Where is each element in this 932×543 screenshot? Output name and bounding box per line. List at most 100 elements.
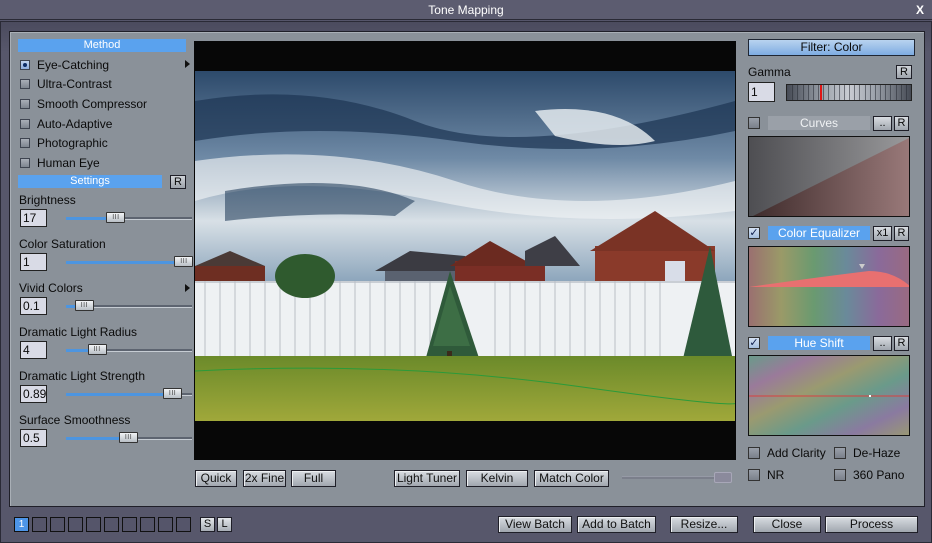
slider-thumb[interactable]: III bbox=[119, 431, 138, 443]
kelvin-button[interactable]: Kelvin bbox=[466, 470, 528, 487]
preset-slot[interactable] bbox=[176, 517, 191, 532]
color-equalizer-checkbox[interactable]: ✓ bbox=[748, 227, 760, 239]
gamma-input[interactable]: 1 bbox=[748, 82, 775, 102]
curves-reset-button[interactable]: R bbox=[894, 115, 909, 131]
dramatic-light-strength-input[interactable]: 0.89 bbox=[20, 384, 47, 403]
full-button[interactable]: Full bbox=[291, 470, 336, 487]
slider-thumb[interactable]: III bbox=[87, 343, 107, 355]
param-label: Vivid Colors bbox=[19, 280, 83, 295]
preset-slot[interactable] bbox=[140, 517, 155, 532]
method-item-eye-catching[interactable]: Eye-Catching bbox=[18, 55, 190, 75]
dramatic-light-radius-input[interactable]: 4 bbox=[20, 340, 47, 359]
color-equalizer-label[interactable]: Color Equalizer bbox=[768, 226, 870, 240]
radio-ultra-contrast[interactable] bbox=[20, 79, 30, 90]
method-label: Eye-Catching bbox=[37, 57, 110, 72]
method-item-smooth-compressor[interactable]: Smooth Compressor bbox=[18, 94, 186, 114]
submenu-arrow-icon[interactable] bbox=[185, 60, 190, 68]
method-item-photographic[interactable]: Photographic bbox=[18, 133, 186, 153]
preset-slot[interactable] bbox=[122, 517, 137, 532]
gamma-reset-button[interactable]: R bbox=[896, 65, 912, 79]
view-batch-button[interactable]: View Batch bbox=[498, 516, 572, 533]
preset-slot[interactable] bbox=[50, 517, 65, 532]
image-preview[interactable] bbox=[194, 41, 736, 460]
filter-color-button[interactable]: Filter: Color bbox=[748, 39, 915, 56]
method-label: Human Eye bbox=[37, 155, 100, 170]
vivid-colors-input[interactable]: 0.1 bbox=[20, 296, 47, 315]
add-to-batch-button[interactable]: Add to Batch bbox=[577, 516, 656, 533]
de-haze-checkbox[interactable] bbox=[834, 447, 846, 459]
option-360-pano[interactable]: 360 Pano bbox=[834, 467, 904, 483]
curves-more-button[interactable]: .. bbox=[873, 115, 892, 131]
gamma-tick bbox=[838, 85, 840, 100]
method-label: Smooth Compressor bbox=[37, 96, 148, 111]
2x-fine-button[interactable]: 2x Fine bbox=[243, 470, 286, 487]
nr-checkbox[interactable] bbox=[748, 469, 760, 481]
hue-shift-label[interactable]: Hue Shift bbox=[768, 336, 870, 350]
slider-thumb[interactable] bbox=[714, 472, 732, 483]
hue-shift-more-button[interactable]: .. bbox=[873, 335, 892, 351]
preview-zoom-slider[interactable] bbox=[622, 472, 732, 483]
color-equalizer-plot bbox=[749, 247, 909, 326]
option-label: De-Haze bbox=[853, 446, 901, 460]
add-clarity-checkbox[interactable] bbox=[748, 447, 760, 459]
curves-checkbox[interactable] bbox=[748, 117, 760, 129]
brightness-input[interactable]: 17 bbox=[20, 208, 47, 227]
quick-button[interactable]: Quick bbox=[195, 470, 237, 487]
gamma-tick bbox=[890, 85, 892, 100]
hue-shift-reset-button[interactable]: R bbox=[894, 335, 909, 351]
curves-label[interactable]: Curves bbox=[768, 116, 870, 130]
color-saturation-input[interactable]: 1 bbox=[20, 252, 47, 271]
dramatic-light-radius-slider[interactable]: III bbox=[66, 343, 192, 355]
radio-eye-catching[interactable] bbox=[20, 59, 30, 70]
surface-smoothness-input[interactable]: 0.5 bbox=[20, 428, 47, 447]
radio-auto-adaptive[interactable] bbox=[20, 118, 30, 129]
save-preset-button[interactable]: S bbox=[200, 517, 215, 532]
preset-slot[interactable] bbox=[104, 517, 119, 532]
process-button[interactable]: Process bbox=[825, 516, 918, 533]
param-dramatic-light-radius: Dramatic Light Radius 4 III bbox=[18, 325, 192, 369]
resize-button[interactable]: Resize... bbox=[670, 516, 738, 533]
color-equalizer-reset-button[interactable]: R bbox=[894, 225, 909, 241]
submenu-arrow-icon[interactable] bbox=[185, 283, 190, 292]
option-nr[interactable]: NR bbox=[748, 467, 784, 483]
gamma-dial[interactable] bbox=[786, 84, 912, 101]
color-equalizer-scale-button[interactable]: x1 bbox=[873, 225, 892, 241]
brightness-slider[interactable]: III bbox=[66, 211, 192, 223]
match-color-button[interactable]: Match Color bbox=[534, 470, 609, 487]
gamma-tick bbox=[880, 85, 881, 100]
color-equalizer-graph[interactable] bbox=[748, 246, 910, 327]
slider-thumb[interactable]: III bbox=[174, 255, 194, 267]
curves-graph[interactable] bbox=[748, 136, 910, 217]
slider-thumb[interactable]: III bbox=[163, 387, 183, 399]
slider-thumb[interactable]: III bbox=[74, 299, 94, 311]
surface-smoothness-slider[interactable]: III bbox=[66, 431, 192, 443]
load-preset-button[interactable]: L bbox=[217, 517, 232, 532]
option-label: NR bbox=[767, 468, 785, 482]
preset-slot[interactable] bbox=[158, 517, 173, 532]
preset-slot[interactable]: 1 bbox=[14, 517, 29, 532]
dramatic-light-strength-slider[interactable]: III bbox=[66, 387, 192, 399]
preset-slot[interactable] bbox=[32, 517, 47, 532]
hue-shift-checkbox[interactable]: ✓ bbox=[748, 337, 760, 349]
360-pano-checkbox[interactable] bbox=[834, 469, 846, 481]
radio-photographic[interactable] bbox=[20, 138, 30, 149]
preset-slot[interactable] bbox=[68, 517, 83, 532]
hue-shift-graph[interactable] bbox=[748, 355, 910, 436]
radio-smooth-compressor[interactable] bbox=[20, 98, 30, 109]
method-item-human-eye[interactable]: Human Eye bbox=[18, 153, 186, 173]
preset-slot[interactable] bbox=[86, 517, 101, 532]
method-item-auto-adaptive[interactable]: Auto-Adaptive bbox=[18, 114, 186, 134]
radio-human-eye[interactable] bbox=[20, 157, 30, 168]
settings-reset-button[interactable]: R bbox=[170, 174, 186, 189]
vivid-colors-slider[interactable]: III bbox=[66, 299, 192, 311]
curves-row: Curves .. R bbox=[748, 115, 916, 131]
color-saturation-slider[interactable]: III bbox=[66, 255, 194, 267]
gamma-tick bbox=[859, 85, 861, 100]
slider-thumb[interactable]: III bbox=[106, 211, 126, 223]
method-item-ultra-contrast[interactable]: Ultra-Contrast bbox=[18, 75, 186, 95]
option-add-clarity[interactable]: Add Clarity bbox=[748, 445, 826, 461]
close-icon[interactable]: X bbox=[916, 0, 924, 20]
light-tuner-button[interactable]: Light Tuner bbox=[394, 470, 460, 487]
option-de-haze[interactable]: De-Haze bbox=[834, 445, 900, 461]
close-button[interactable]: Close bbox=[753, 516, 821, 533]
